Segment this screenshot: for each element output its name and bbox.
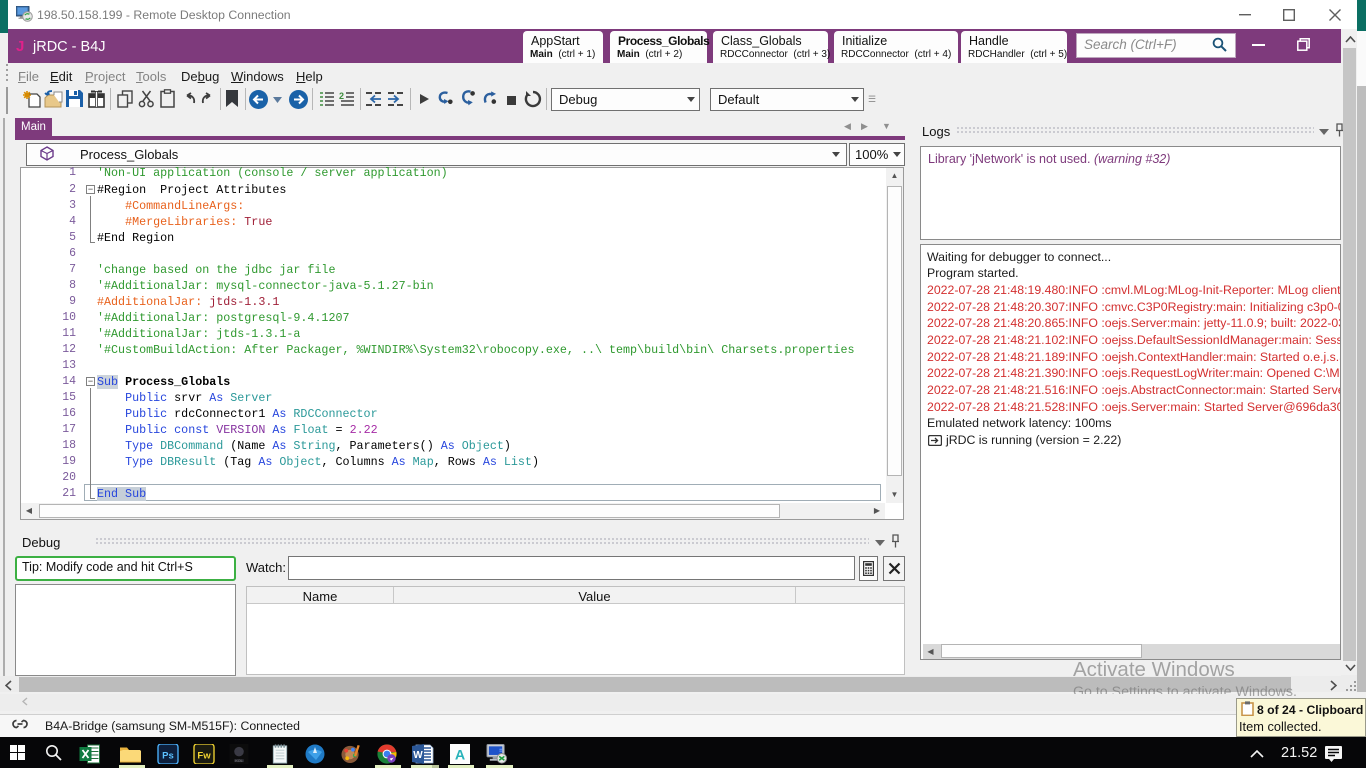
- svg-text:2: 2: [339, 91, 344, 101]
- svg-text:Ps: Ps: [162, 750, 174, 761]
- svg-text:Fw: Fw: [197, 750, 211, 761]
- svg-text:W: W: [413, 750, 423, 761]
- svg-text:A: A: [455, 748, 465, 764]
- svg-text:KOL: KOL: [235, 759, 243, 763]
